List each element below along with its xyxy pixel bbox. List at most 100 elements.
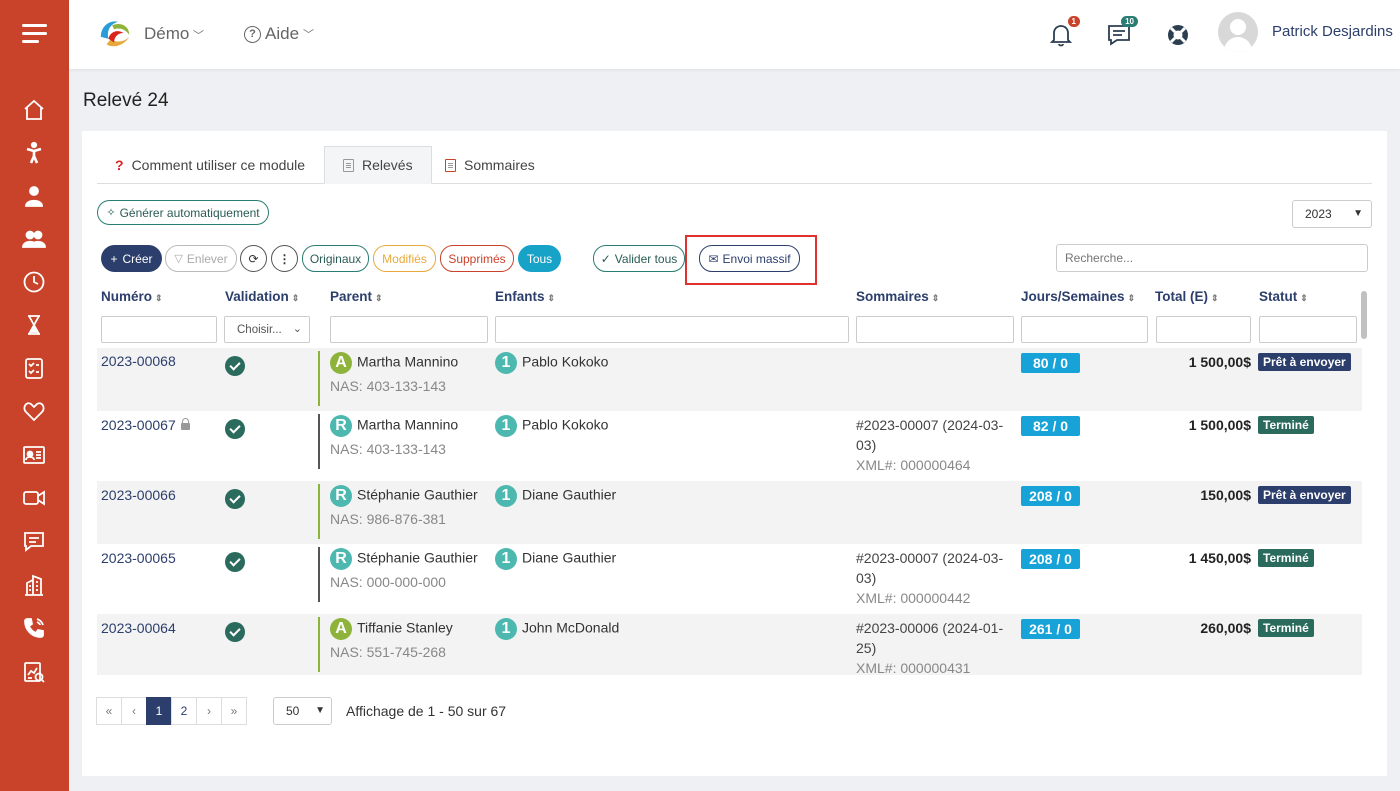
help-menu[interactable]: ? Aide ﹀ — [244, 24, 314, 44]
parent-name[interactable]: Martha Mannino — [357, 417, 458, 433]
brand-logo[interactable] — [97, 16, 135, 52]
column-total[interactable]: Total (E) ⇕ — [1155, 289, 1219, 304]
filter-modified[interactable]: Modifiés — [373, 245, 436, 272]
table-scrollbar[interactable] — [1359, 283, 1369, 675]
chat-icon[interactable] — [22, 529, 46, 553]
home-icon[interactable] — [22, 98, 46, 122]
sommaire-cell[interactable]: #2023-00007 (2024-03- 03) XML#: 00000044… — [856, 548, 1003, 608]
row-numero[interactable]: 2023-00068 — [101, 353, 176, 369]
row-numero[interactable]: 2023-00064 — [101, 620, 176, 636]
create-button[interactable]: + Créer — [101, 245, 162, 272]
user-icon[interactable] — [22, 184, 46, 208]
filter-originals[interactable]: Originaux — [302, 245, 369, 272]
users-icon[interactable] — [22, 227, 46, 251]
child-name[interactable]: Diane Gauthier — [522, 487, 616, 503]
table-row[interactable]: 2023-00067 R Martha Mannino NAS: 403-133-… — [97, 411, 1362, 481]
column-statut[interactable]: Statut ⇕ — [1259, 289, 1308, 304]
child-name[interactable]: Pablo Kokoko — [522, 354, 608, 370]
sort-icon: ⇕ — [155, 293, 163, 303]
filter-jours[interactable] — [1021, 316, 1148, 343]
id-card-icon[interactable] — [22, 443, 46, 467]
building-icon[interactable] — [22, 573, 46, 597]
column-sommaires[interactable]: Sommaires ⇕ — [856, 289, 939, 304]
prev-page-button[interactable]: ‹ — [121, 697, 147, 725]
filter-statut[interactable] — [1259, 316, 1357, 343]
jours-badge: 82 / 0 — [1021, 416, 1080, 436]
table-row[interactable]: 2023-00065 R Stéphanie Gauthier NAS: 000-… — [97, 544, 1362, 614]
parent-name[interactable]: Tiffanie Stanley — [357, 620, 453, 636]
refresh-button[interactable]: ⟳ — [240, 245, 267, 272]
chevron-down-icon: ﹀ — [303, 29, 315, 41]
year-select[interactable]: 2023 ▼ — [1292, 200, 1372, 228]
hourglass-icon[interactable] — [22, 313, 46, 337]
filter-parent[interactable] — [330, 316, 488, 343]
generate-auto-button[interactable]: ✧ Générer automatiquement — [97, 200, 269, 225]
row-numero[interactable]: 2023-00065 — [101, 550, 176, 566]
chevron-left-icon: ‹ — [132, 704, 136, 718]
messages-button[interactable]: 10 — [1106, 16, 1138, 48]
child-name[interactable]: Pablo Kokoko — [522, 417, 608, 433]
column-jours[interactable]: Jours/Semaines ⇕ — [1021, 289, 1135, 304]
heart-icon[interactable] — [22, 399, 46, 423]
parent-bar — [318, 351, 320, 406]
column-enfants[interactable]: Enfants ⇕ — [495, 289, 555, 304]
pagination-info: Affichage de 1 - 50 sur 67 — [346, 703, 507, 719]
remove-filter-button[interactable]: ▽ Enlever — [165, 245, 237, 272]
filter-deleted[interactable]: Supprimés — [440, 245, 514, 272]
row-numero[interactable]: 2023-00066 — [101, 487, 176, 503]
column-numero[interactable]: Numéro ⇕ — [101, 289, 163, 304]
sommaire-cell[interactable]: #2023-00006 (2024-01- 25) XML#: 00000043… — [856, 618, 1003, 675]
table-row[interactable]: 2023-00066 R Stéphanie Gauthier NAS: 986-… — [97, 481, 1362, 544]
row-total: 1 450,00$ — [1188, 550, 1251, 566]
more-options-button[interactable]: ⋮ — [271, 245, 298, 272]
child-name[interactable]: John McDonald — [522, 620, 619, 636]
user-name[interactable]: Patrick Desjardins — [1272, 23, 1393, 40]
report-icon[interactable] — [22, 660, 46, 684]
brand-switcher[interactable]: Démo — [144, 24, 189, 44]
parent-nas: NAS: 986-876-381 — [330, 511, 446, 527]
table-row[interactable]: 2023-00064 A Tiffanie Stanley NAS: 551-74… — [97, 614, 1362, 675]
child-name[interactable]: Diane Gauthier — [522, 550, 616, 566]
parent-name[interactable]: Martha Mannino — [357, 354, 458, 370]
filter-all[interactable]: Tous — [518, 245, 561, 272]
checklist-icon[interactable] — [22, 356, 46, 380]
tab-releves[interactable]: Relevés — [324, 146, 432, 184]
child-icon[interactable] — [22, 141, 46, 165]
menu-icon[interactable] — [22, 24, 47, 48]
tab-sommaires[interactable]: Sommaires — [427, 146, 553, 184]
notifications-bell[interactable]: 1 — [1048, 16, 1080, 48]
row-numero-cell[interactable]: 2023-00067 — [101, 417, 190, 433]
scrollbar-thumb[interactable] — [1361, 291, 1367, 339]
next-page-button[interactable]: › — [196, 697, 222, 725]
validated-check-icon — [225, 419, 245, 439]
phone-icon[interactable] — [22, 616, 46, 640]
support-button[interactable] — [1165, 22, 1191, 48]
column-validation[interactable]: Validation ⇕ — [225, 289, 299, 304]
page-2-button[interactable]: 2 — [171, 697, 197, 725]
parent-name[interactable]: Stéphanie Gauthier — [357, 550, 478, 566]
table-row[interactable]: 2023-00068 A Martha Mannino NAS: 403-133-… — [97, 348, 1362, 411]
filter-sommaires[interactable] — [856, 316, 1014, 343]
validate-all-button[interactable]: ✓ Valider tous — [593, 245, 685, 272]
column-parent[interactable]: Parent ⇕ — [330, 289, 383, 304]
search-input[interactable] — [1056, 244, 1368, 272]
sommaire-date: 03) — [856, 437, 877, 453]
filter-validation[interactable]: Choisir... ⌄ — [224, 316, 310, 343]
filter-total[interactable] — [1156, 316, 1251, 343]
first-page-button[interactable]: « — [96, 697, 122, 725]
last-page-button[interactable]: » — [221, 697, 247, 725]
topbar: Démo ﹀ ? Aide ﹀ 1 10 Patrick Desjardins — [69, 0, 1400, 69]
video-icon[interactable] — [22, 486, 46, 510]
page-1-button[interactable]: 1 — [146, 697, 172, 725]
filter-enfants[interactable] — [495, 316, 849, 343]
tab-help[interactable]: ? Comment utiliser ce module — [97, 146, 323, 184]
avatar[interactable] — [1218, 12, 1258, 52]
filter-numero[interactable] — [101, 316, 217, 343]
button-label: Modifiés — [382, 251, 427, 266]
sommaire-cell[interactable]: #2023-00007 (2024-03- 03) XML#: 00000046… — [856, 415, 1003, 475]
per-page-select[interactable]: 50 ▼ — [273, 697, 332, 725]
chevron-down-icon: ▼ — [1353, 208, 1363, 219]
clock-icon[interactable] — [22, 270, 46, 294]
parent-name[interactable]: Stéphanie Gauthier — [357, 487, 478, 503]
double-chevron-right-icon: » — [230, 704, 238, 718]
